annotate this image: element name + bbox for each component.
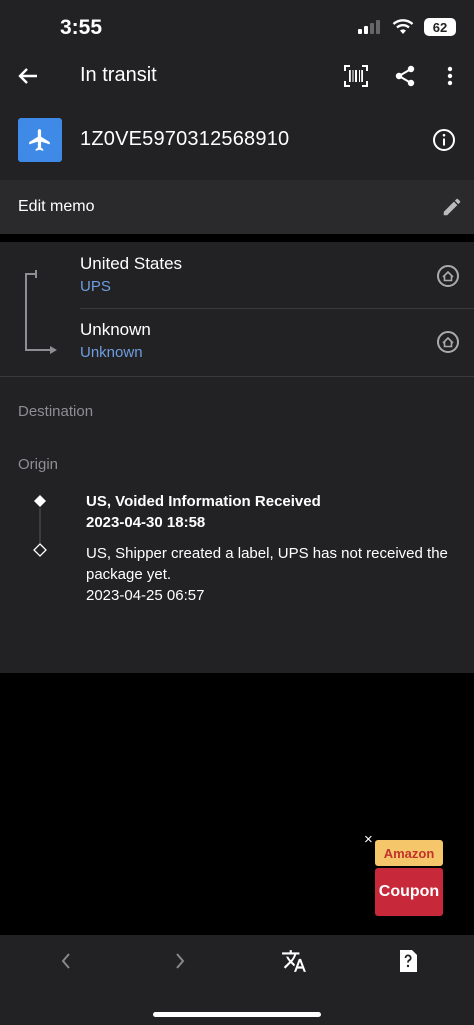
translate-icon	[282, 950, 306, 972]
ad-line-2: Coupon	[375, 868, 443, 916]
help-card-icon	[400, 950, 417, 972]
carrier-mode-badge	[18, 118, 62, 162]
coupon-ad[interactable]: Amazon Coupon	[375, 840, 443, 916]
back-arrow-icon	[18, 68, 37, 84]
event-1-title: US, Voided Information Received	[86, 493, 321, 510]
chevron-right-icon	[176, 953, 185, 969]
ad-line-1: Amazon	[375, 840, 443, 866]
event-2-time: 2023-04-25 06:57	[86, 587, 205, 604]
more-vert-icon	[447, 66, 453, 86]
edit-memo-button[interactable]	[432, 187, 472, 227]
help-button[interactable]	[388, 941, 428, 981]
ad-close-button[interactable]: ×	[364, 831, 373, 848]
event-1-time: 2023-04-30 18:58	[86, 514, 206, 531]
destination-home-button[interactable]	[436, 330, 460, 354]
destination-carrier[interactable]: Unknown	[80, 344, 143, 361]
home-icon	[437, 265, 459, 287]
status-time: 3:55	[60, 16, 103, 39]
status-bar: 3:55 62	[0, 0, 474, 56]
origin-country: United States	[80, 254, 183, 273]
info-icon	[433, 129, 455, 151]
more-options-button[interactable]	[430, 56, 470, 96]
info-button[interactable]	[424, 120, 464, 160]
signal-icon	[358, 20, 380, 34]
edit-memo-row[interactable]: Edit memo	[0, 180, 474, 234]
share-button[interactable]	[385, 56, 425, 96]
wifi-icon	[392, 19, 414, 34]
back-button[interactable]	[8, 56, 48, 96]
origin-home-button[interactable]	[436, 264, 460, 288]
origin-label: Origin	[18, 456, 59, 473]
barcode-button[interactable]	[336, 56, 376, 96]
home-indicator	[153, 1012, 321, 1017]
page-title: In transit	[80, 64, 157, 86]
status-icons: 62	[358, 18, 456, 36]
origin-carrier[interactable]: UPS	[80, 278, 111, 295]
pencil-icon	[443, 198, 461, 216]
chevron-left-icon	[61, 953, 70, 969]
home-icon	[437, 331, 459, 353]
tracking-number: 1Z0VE5970312568910	[80, 128, 290, 150]
barcode-icon	[344, 65, 368, 87]
tracking-detail-section: Destination Origin US, Voided Informatio…	[0, 377, 474, 673]
app-bar: In transit	[0, 56, 474, 106]
share-icon	[395, 65, 415, 87]
airplane-icon	[29, 129, 50, 151]
timeline-icon	[33, 495, 47, 557]
route-card: United States UPS Unknown Unknown	[0, 242, 474, 376]
browser-forward-button[interactable]	[160, 941, 200, 981]
event-2-text: US, Shipper created a label, UPS has not…	[86, 545, 448, 583]
route-divider	[80, 308, 474, 309]
route-connector-icon	[25, 270, 57, 354]
battery-indicator: 62	[424, 18, 456, 36]
destination-country: Unknown	[80, 320, 151, 339]
tracking-row: 1Z0VE5970312568910	[0, 106, 474, 180]
browser-back-button[interactable]	[46, 941, 86, 981]
edit-memo-label: Edit memo	[18, 198, 95, 215]
destination-label: Destination	[18, 403, 94, 420]
translate-button[interactable]	[274, 941, 314, 981]
